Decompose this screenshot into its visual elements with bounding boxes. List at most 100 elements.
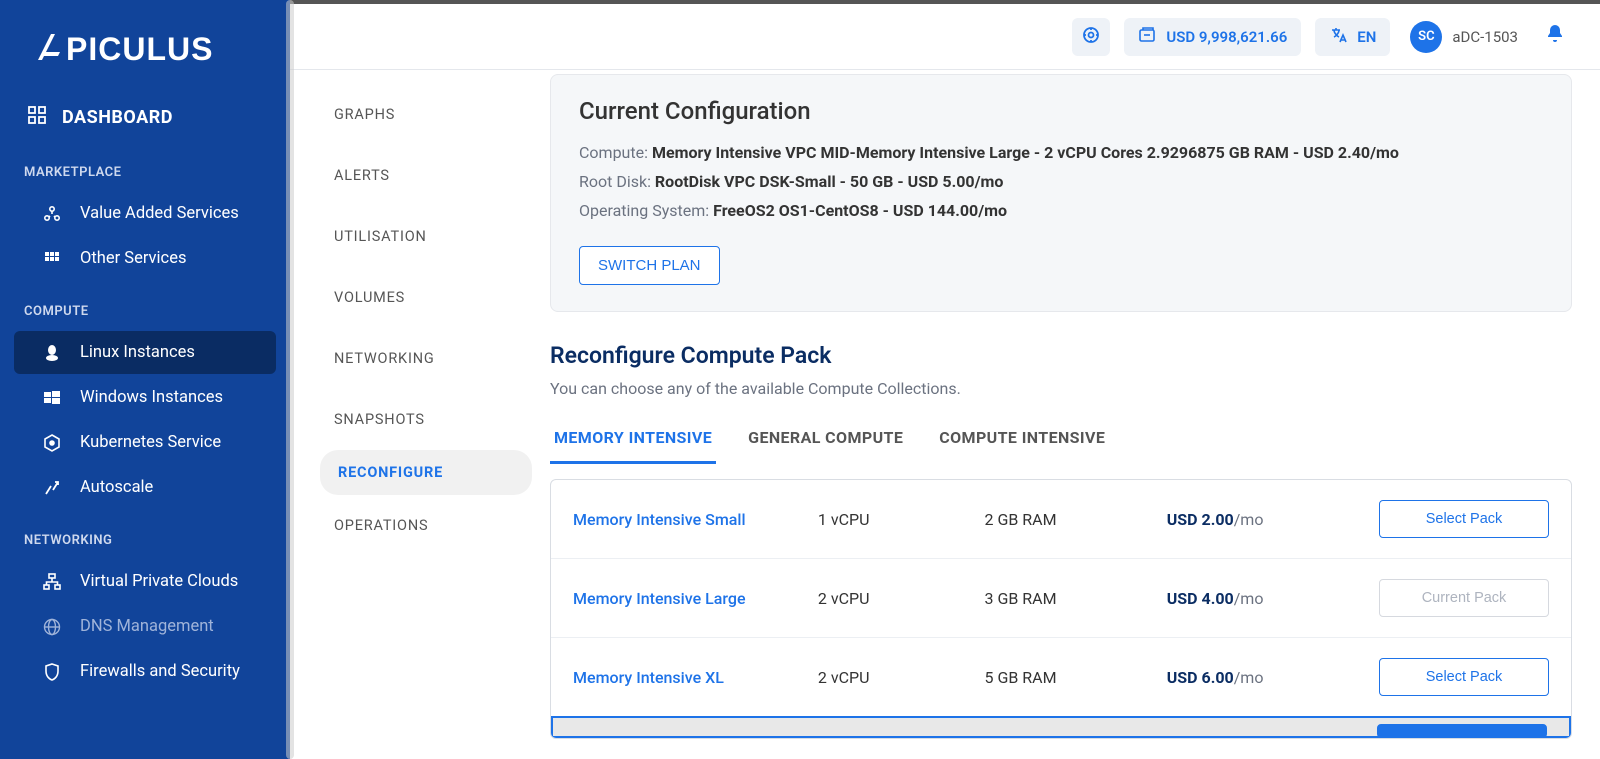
language-value: EN [1357, 28, 1376, 46]
sidebar-item-linux[interactable]: Linux Instances [14, 331, 276, 374]
config-root-label: Root Disk: [579, 172, 655, 191]
pack-cpu: 1 vCPU [818, 510, 975, 529]
tab-memory-intensive[interactable]: MEMORY INTENSIVE [550, 418, 716, 464]
nav-label: Firewalls and Security [80, 662, 240, 681]
panel: Current Configuration Compute: Memory In… [550, 70, 1600, 759]
pack-name[interactable]: Memory Intensive Large [573, 589, 808, 608]
sidebar-item-k8s[interactable]: Kubernetes Service [14, 421, 276, 464]
subnav-alerts[interactable]: ALERTS [320, 145, 532, 206]
nav-label: Windows Instances [80, 388, 223, 407]
account-menu[interactable]: SC aDC-1503 [1404, 21, 1524, 53]
sidebar-item-dashboard[interactable]: DASHBOARD [0, 92, 290, 143]
config-compute-row: Compute: Memory Intensive VPC MID-Memory… [579, 143, 1543, 162]
select-pack-button[interactable]: Select Pack [1379, 658, 1549, 696]
pack-ram: 5 GB RAM [984, 668, 1156, 687]
brand-logo: PICULUS [0, 0, 290, 82]
subnav-volumes[interactable]: VOLUMES [320, 267, 532, 328]
pack-cpu: 2 vCPU [818, 668, 975, 687]
current-pack-button: Current Pack [1379, 579, 1549, 617]
avatar: SC [1410, 21, 1442, 53]
config-compute-label: Compute: [579, 143, 652, 162]
network-icon [42, 573, 62, 591]
sidebar-item-vas[interactable]: Value Added Services [14, 192, 276, 235]
sidebar-nav: DASHBOARD MARKETPLACE Value Added Servic… [0, 82, 290, 715]
sidebar-item-windows[interactable]: Windows Instances [14, 376, 276, 419]
balance-chip[interactable]: USD 9,998,621.66 [1124, 18, 1301, 56]
subnav-graphs[interactable]: GRAPHS [320, 84, 532, 145]
instance-subnav: GRAPHS ALERTS UTILISATION VOLUMES NETWOR… [290, 70, 550, 759]
pack-name[interactable]: Memory Intensive XL [573, 668, 808, 687]
sidebar-item-firewalls[interactable]: Firewalls and Security [14, 650, 276, 693]
subnav-utilisation[interactable]: UTILISATION [320, 206, 532, 267]
svg-text:PICULUS: PICULUS [66, 31, 213, 67]
tab-compute-intensive[interactable]: COMPUTE INTENSIVE [935, 418, 1109, 464]
dashboard-icon [28, 106, 46, 129]
pack-ram: 3 GB RAM [984, 589, 1156, 608]
config-compute-value: Memory Intensive VPC MID-Memory Intensiv… [652, 143, 1399, 162]
section-networking: NETWORKING [0, 511, 290, 558]
reconfigure-title: Reconfigure Compute Pack [550, 342, 1572, 369]
linux-icon [42, 344, 62, 362]
reconfigure-desc: You can choose any of the available Comp… [550, 379, 1572, 398]
config-os-label: Operating System: [579, 201, 713, 220]
services-icon [42, 205, 62, 223]
select-pack-button[interactable]: Select Pack [1379, 500, 1549, 538]
bell-icon [1544, 26, 1566, 51]
compute-tabs: MEMORY INTENSIVE GENERAL COMPUTE COMPUTE… [550, 418, 1572, 465]
pack-list: Memory Intensive Small 1 vCPU 2 GB RAM U… [550, 479, 1572, 739]
tab-general-compute[interactable]: GENERAL COMPUTE [744, 418, 907, 464]
section-compute: COMPUTE [0, 282, 290, 329]
kubernetes-icon [42, 434, 62, 452]
section-marketplace: MARKETPLACE [0, 143, 290, 190]
balance-value: USD 9,998,621.66 [1166, 28, 1287, 46]
account-id: aDC-1503 [1452, 28, 1518, 46]
notifications-button[interactable] [1538, 23, 1572, 51]
pack-row-selected-cutoff [551, 716, 1571, 738]
nav-label: Autoscale [80, 478, 153, 497]
nav-label: Value Added Services [80, 204, 239, 223]
subnav-networking[interactable]: NETWORKING [320, 328, 532, 389]
sidebar-item-vpc[interactable]: Virtual Private Clouds [14, 560, 276, 603]
pack-price: USD 2.00/mo [1167, 510, 1339, 529]
config-root-value: RootDisk VPC DSK-Small - 50 GB - USD 5.0… [655, 172, 1004, 191]
nav-label: Virtual Private Clouds [80, 572, 238, 591]
grid-icon [42, 251, 62, 267]
autoscale-icon [42, 479, 62, 497]
subnav-operations[interactable]: OPERATIONS [320, 495, 532, 556]
shield-icon [42, 663, 62, 681]
sidebar-item-other-services[interactable]: Other Services [14, 237, 276, 280]
wallet-icon [1138, 26, 1156, 48]
pack-name[interactable]: Memory Intensive Small [573, 510, 808, 529]
subnav-reconfigure[interactable]: RECONFIGURE [320, 450, 532, 495]
pack-row: Memory Intensive Large 2 vCPU 3 GB RAM U… [551, 558, 1571, 637]
pack-price: USD 4.00/mo [1167, 589, 1339, 608]
config-os-value: FreeOS2 OS1-CentOS8 - USD 144.00/mo [713, 201, 1007, 220]
nav-label: Other Services [80, 249, 186, 268]
topbar: USD 9,998,621.66 EN SC aDC-1503 [290, 0, 1600, 70]
translate-icon [1329, 26, 1347, 48]
main: USD 9,998,621.66 EN SC aDC-1503 GRAP [290, 0, 1600, 759]
config-root-row: Root Disk: RootDisk VPC DSK-Small - 50 G… [579, 172, 1543, 191]
help-button[interactable] [1072, 18, 1110, 56]
pack-row: Memory Intensive XL 2 vCPU 5 GB RAM USD … [551, 637, 1571, 716]
pack-ram: 2 GB RAM [984, 510, 1156, 529]
switch-plan-button[interactable]: SWITCH PLAN [579, 246, 720, 285]
nav-label: Kubernetes Service [80, 433, 221, 452]
sidebar-item-dns[interactable]: DNS Management [14, 605, 276, 648]
language-chip[interactable]: EN [1315, 18, 1390, 56]
subnav-snapshots[interactable]: SNAPSHOTS [320, 389, 532, 450]
sidebar-item-autoscale[interactable]: Autoscale [14, 466, 276, 509]
windows-icon [42, 390, 62, 406]
nav-label: DNS Management [80, 617, 214, 636]
pack-row: Memory Intensive Small 1 vCPU 2 GB RAM U… [551, 480, 1571, 558]
pack-price: USD 6.00/mo [1167, 668, 1339, 687]
select-pack-button[interactable] [1377, 724, 1547, 738]
config-title: Current Configuration [579, 97, 1543, 125]
nav-label: Linux Instances [80, 343, 195, 362]
sidebar: PICULUS DASHBOARD MARKETPLACE Value [0, 0, 290, 759]
config-os-row: Operating System: FreeOS2 OS1-CentOS8 - … [579, 201, 1543, 220]
pack-cpu: 2 vCPU [818, 589, 975, 608]
dashboard-label: DASHBOARD [62, 107, 173, 128]
globe-icon [42, 618, 62, 636]
help-icon [1082, 26, 1100, 48]
